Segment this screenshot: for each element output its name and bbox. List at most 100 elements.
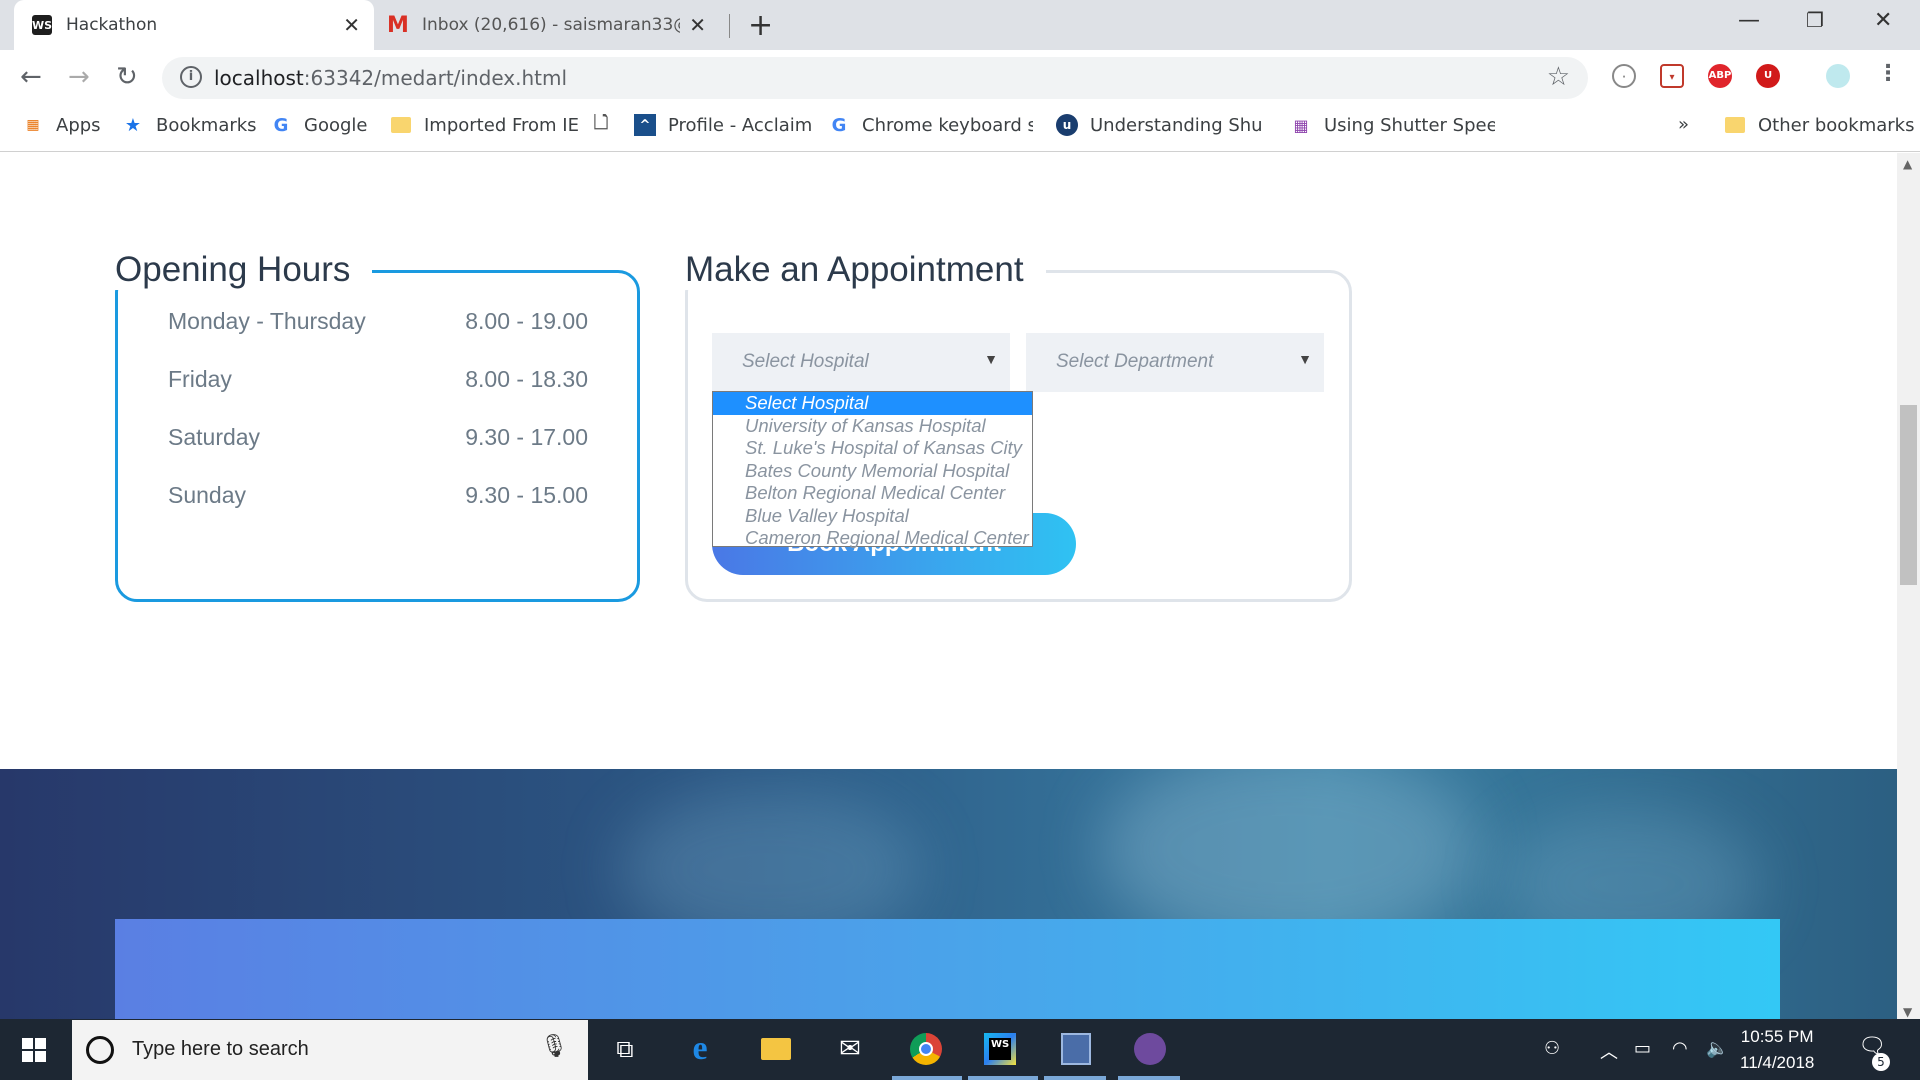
volume-icon[interactable]: 🔈 (1706, 1038, 1728, 1059)
back-arrow-icon[interactable]: ← (20, 62, 42, 92)
info-icon[interactable]: i (180, 66, 202, 88)
folder-icon (390, 114, 412, 136)
people-icon[interactable]: ⚇ (1544, 1038, 1560, 1059)
bookmark-using-shutter-speed[interactable]: ▦ Using Shutter Speed (1290, 114, 1495, 136)
new-tab-button[interactable]: + (748, 8, 773, 43)
opening-hours-card: Monday - Thursday 8.00 - 19.00 Friday 8.… (115, 270, 640, 602)
battery-icon[interactable]: ▭ (1634, 1038, 1651, 1059)
forward-arrow-icon[interactable]: → (68, 62, 90, 92)
bookmark-label: Apps (56, 114, 101, 136)
shield-extension-icon[interactable]: U (1756, 64, 1780, 88)
minimize-icon[interactable]: — (1738, 8, 1760, 33)
profile-avatar[interactable] (1826, 64, 1850, 88)
bookmark-star-icon[interactable]: ☆ (1547, 62, 1570, 92)
hospital-option[interactable]: Blue Valley Hospital (713, 505, 1032, 528)
hours-day: Sunday (168, 482, 247, 508)
chrome-icon[interactable] (906, 1029, 946, 1069)
taskbar-search-box[interactable]: Type here to search 🎙 (72, 1020, 588, 1080)
tab-title: Inbox (20,616) - saismaran33@gmail.com (422, 15, 680, 35)
hours-row: Sunday 9.30 - 15.00 (168, 482, 588, 509)
adblock-icon[interactable]: ABP (1708, 64, 1732, 88)
hours-day: Friday (168, 366, 232, 392)
notification-count-badge: 5 (1872, 1053, 1890, 1071)
address-bar[interactable]: i localhost:63342/medart/index.html ☆ (162, 57, 1588, 99)
window-close-icon[interactable]: ✕ (1874, 8, 1892, 33)
gmail-favicon-icon: M (387, 12, 409, 38)
star-icon: ★ (124, 114, 142, 136)
tray-overflow-icon[interactable]: ︿ (1600, 1038, 1618, 1064)
webstorm-favicon-icon: WS (32, 15, 52, 35)
page-content: Monday - Thursday 8.00 - 19.00 Friday 8.… (0, 153, 1897, 1019)
task-view-icon[interactable]: ⧉ (605, 1029, 645, 1069)
hours-day: Saturday (168, 424, 261, 450)
reload-icon[interactable]: ↻ (116, 62, 138, 92)
active-app-indicator (892, 1076, 962, 1080)
browser-toolbar: ← → ↻ i localhost:63342/medart/index.htm… (0, 50, 1920, 106)
bookmark-understanding-shutter[interactable]: u Understanding Shutt (1056, 114, 1262, 136)
globe-icon: u (1056, 114, 1078, 136)
hospital-option[interactable]: University of Kansas Hospital (713, 415, 1032, 438)
dropdown-arrow-icon: ▼ (1298, 351, 1312, 367)
clock-time: 10:55 PM (1740, 1027, 1814, 1046)
bookmark-label: Profile - Acclaim (668, 114, 813, 136)
bookmark-label: Imported From IE (424, 114, 579, 136)
department-select[interactable]: Select Department ▼ (1026, 333, 1324, 392)
bookmark-chrome-keyboard[interactable]: G Chrome keyboard sh (828, 114, 1033, 136)
bookmark-label: Other bookmarks (1758, 114, 1915, 136)
tab-hackathon[interactable]: WS Hackathon ✕ (14, 0, 374, 50)
department-select-value: Select Department (1056, 351, 1214, 372)
tab-close-icon[interactable]: ✕ (689, 13, 706, 37)
bookmark-label: Chrome keyboard sh (862, 114, 1033, 136)
hospital-option[interactable]: Select Hospital (713, 392, 1032, 415)
hospital-option[interactable]: Belton Regional Medical Center (713, 482, 1032, 505)
url-host: localhost (214, 66, 304, 90)
bookmark-profile-acclaim[interactable]: ^ Profile - Acclaim (634, 114, 812, 136)
page-scrollbar[interactable]: ▲ ▼ (1897, 153, 1920, 1019)
bookmark-page[interactable]: 🗋 (590, 114, 624, 136)
tab-close-icon[interactable]: ✕ (343, 13, 360, 37)
hours-time: 8.00 - 18.30 (465, 366, 588, 392)
bookmark-apps[interactable]: ▦ Apps (22, 114, 101, 136)
url-text[interactable]: localhost:63342/medart/index.html (214, 66, 567, 90)
extension-icon[interactable]: · (1612, 64, 1636, 88)
tab-inbox[interactable]: M Inbox (20,616) - saismaran33@gmail.com… (380, 0, 720, 50)
acclaim-icon: ^ (634, 114, 656, 136)
hours-row: Monday - Thursday 8.00 - 19.00 (168, 308, 588, 335)
opening-hours-title: Opening Hours (105, 250, 373, 290)
pocket-icon[interactable]: ▾ (1660, 64, 1684, 88)
bookmark-bookmarks[interactable]: ★ Bookmarks (122, 114, 257, 136)
apps-grid-icon: ▦ (26, 117, 40, 133)
taskbar-clock[interactable]: 10:55 PM 11/4/2018 (1740, 1024, 1814, 1076)
microphone-icon[interactable]: 🎙 (540, 1034, 568, 1059)
scroll-up-icon[interactable]: ▲ (1903, 157, 1912, 171)
bookmark-label: Understanding Shutt (1090, 114, 1262, 136)
hospital-option[interactable]: St. Luke's Hospital of Kansas City (713, 437, 1032, 460)
windows-start-icon[interactable] (22, 1038, 46, 1062)
bookmarks-overflow-button[interactable]: » (1678, 114, 1689, 135)
bookmark-google[interactable]: G Google (270, 114, 368, 136)
github-icon[interactable] (1130, 1029, 1170, 1069)
edge-icon[interactable]: e (680, 1029, 720, 1069)
tab-title: Hackathon (66, 15, 158, 35)
film-app-icon[interactable] (1056, 1029, 1096, 1069)
bookmark-label: Using Shutter Speed (1324, 114, 1495, 136)
folder-icon (1724, 114, 1746, 136)
bookmark-other-bookmarks[interactable]: Other bookmarks (1724, 114, 1914, 136)
webstorm-icon[interactable]: WS (980, 1029, 1020, 1069)
scroll-thumb[interactable] (1900, 405, 1917, 585)
wifi-icon[interactable]: ◠ (1672, 1038, 1688, 1059)
mail-icon[interactable]: ✉ (830, 1029, 870, 1069)
file-explorer-icon[interactable] (756, 1029, 796, 1069)
active-app-indicator (1118, 1076, 1180, 1080)
hospital-option[interactable]: Bates County Memorial Hospital (713, 460, 1032, 483)
menu-kebab-icon[interactable]: ⋮ (1876, 63, 1900, 88)
hospital-select-value: Select Hospital (742, 351, 869, 372)
hospital-option[interactable]: Cameron Regional Medical Center (713, 527, 1032, 550)
cortana-icon (86, 1036, 114, 1064)
hours-time: 9.30 - 15.00 (465, 482, 588, 508)
bookmark-imported-from-ie[interactable]: Imported From IE (390, 114, 579, 136)
windows-taskbar: Type here to search 🎙 ⧉ e ✉ WS (0, 1019, 1920, 1080)
scroll-down-icon[interactable]: ▼ (1903, 1005, 1912, 1019)
restore-icon[interactable]: ❐ (1806, 8, 1824, 32)
hospital-select[interactable]: Select Hospital ▼ (712, 333, 1010, 392)
